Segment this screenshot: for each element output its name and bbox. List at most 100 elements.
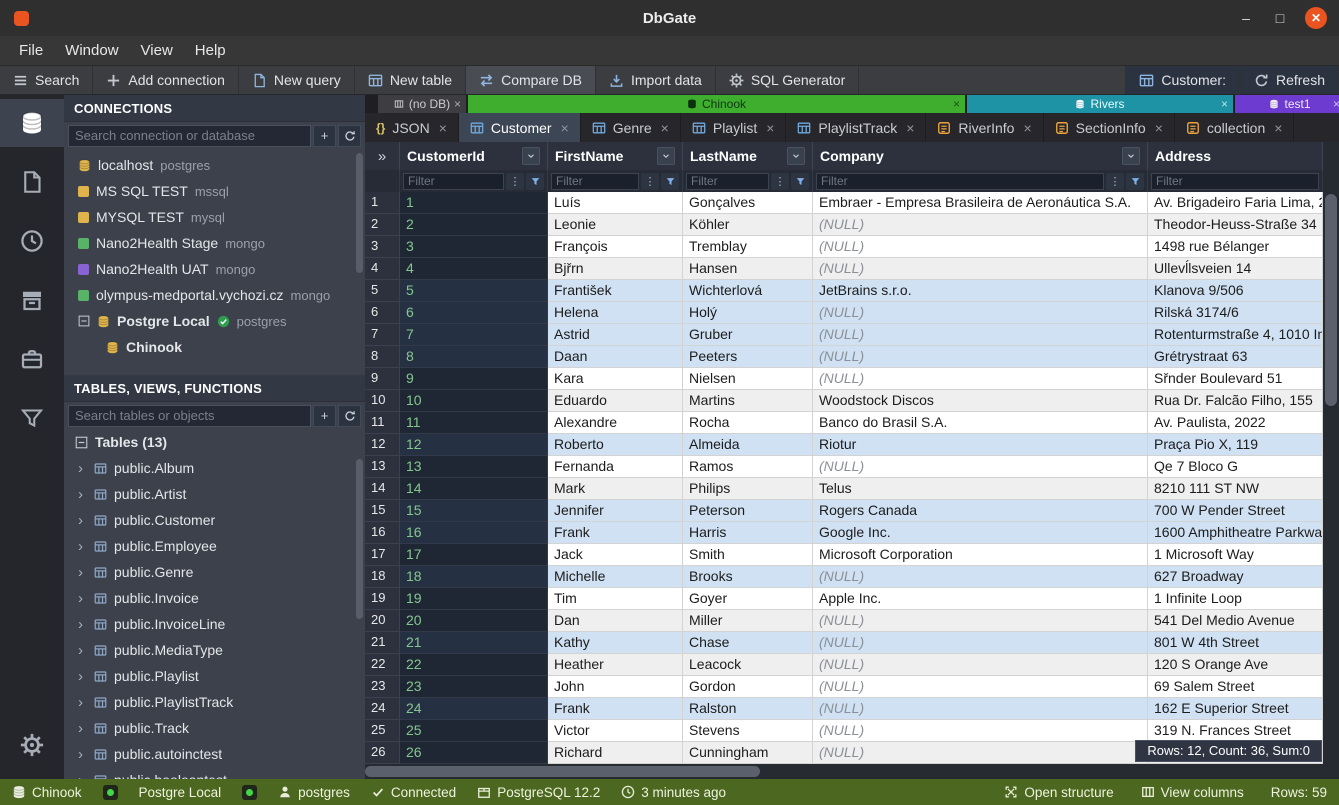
row-number[interactable]: 18 <box>365 566 400 588</box>
table-tab-playlist[interactable]: Playlist× <box>681 113 787 142</box>
sidebar-table-public-invoice[interactable]: ›public.Invoice <box>64 585 365 611</box>
refresh-connections-button[interactable] <box>338 125 361 147</box>
chevron-right-icon[interactable]: › <box>78 643 87 658</box>
cell-lastname[interactable]: Holý <box>683 302 813 324</box>
cell-lastname[interactable]: Rocha <box>683 412 813 434</box>
cell-firstname[interactable]: Michelle <box>548 566 683 588</box>
cell-customerid[interactable]: 23 <box>400 676 548 698</box>
cell-customerid[interactable]: 7 <box>400 324 548 346</box>
table-row[interactable]: 88DaanPeeters(NULL)Grétrystraat 63 <box>365 346 1339 368</box>
cell-company[interactable]: (NULL) <box>813 742 1148 764</box>
filter-menu-button[interactable]: ⋮ <box>641 173 659 190</box>
table-row[interactable]: 33FrançoisTremblay(NULL)1498 rue Bélange… <box>365 236 1339 258</box>
toolbar-search-button[interactable]: Search <box>0 66 93 94</box>
cell-company[interactable]: Banco do Brasil S.A. <box>813 412 1148 434</box>
connections-scrollbar[interactable] <box>356 153 363 273</box>
cell-address[interactable]: 162 E Superior Street <box>1148 698 1323 720</box>
chevron-right-icon[interactable]: › <box>78 721 87 736</box>
cell-address[interactable]: Av. Brigadeiro Faria Lima, 2170 <box>1148 192 1323 214</box>
row-number[interactable]: 15 <box>365 500 400 522</box>
cell-firstname[interactable]: Kara <box>548 368 683 390</box>
cell-firstname[interactable]: Richard <box>548 742 683 764</box>
statusbar-chinook[interactable]: Chinook <box>12 785 82 800</box>
cell-lastname[interactable]: Peeters <box>683 346 813 368</box>
column-header-lastname[interactable]: LastName <box>683 142 813 170</box>
cell-customerid[interactable]: 1 <box>400 192 548 214</box>
connection-item-mysql-test[interactable]: MYSQL TESTmysql <box>64 204 365 230</box>
sidebar-table-public-genre[interactable]: ›public.Genre <box>64 559 365 585</box>
table-row[interactable]: 55FrantišekWichterlováJetBrains s.r.o.Kl… <box>365 280 1339 302</box>
cell-address[interactable]: 319 N. Frances Street <box>1148 720 1323 742</box>
row-number[interactable]: 12 <box>365 434 400 456</box>
cell-company[interactable]: (NULL) <box>813 236 1148 258</box>
sidebar-table-public-playlisttrack[interactable]: ›public.PlaylistTrack <box>64 689 365 715</box>
cell-company[interactable]: (NULL) <box>813 324 1148 346</box>
row-number[interactable]: 14 <box>365 478 400 500</box>
cell-company[interactable]: Woodstock Discos <box>813 390 1148 412</box>
table-row[interactable]: 1818MichelleBrooks(NULL)627 Broadway <box>365 566 1339 588</box>
close-icon[interactable]: × <box>1333 97 1339 111</box>
cell-customerid[interactable]: 15 <box>400 500 548 522</box>
cell-lastname[interactable]: Köhler <box>683 214 813 236</box>
row-number[interactable]: 25 <box>365 720 400 742</box>
row-number[interactable]: 9 <box>365 368 400 390</box>
filter-funnel-button[interactable] <box>1126 173 1144 190</box>
cell-address[interactable]: 8210 111 ST NW <box>1148 478 1323 500</box>
table-tab-customer[interactable]: Customer× <box>459 113 581 142</box>
cell-address[interactable]: Av. Paulista, 2022 <box>1148 412 1323 434</box>
cell-lastname[interactable]: Chase <box>683 632 813 654</box>
cell-lastname[interactable]: Nielsen <box>683 368 813 390</box>
table-row[interactable]: 1515JenniferPetersonRogers Canada700 W P… <box>365 500 1339 522</box>
table-tab-collection[interactable]: collection× <box>1175 113 1295 142</box>
table-row[interactable]: 1414MarkPhilipsTelus8210 111 ST NW <box>365 478 1339 500</box>
cell-customerid[interactable]: 10 <box>400 390 548 412</box>
cell-company[interactable]: Riotur <box>813 434 1148 456</box>
cell-address[interactable]: 1600 Amphitheatre Parkway <box>1148 522 1323 544</box>
cell-address[interactable]: 700 W Pender Street <box>1148 500 1323 522</box>
cell-company[interactable]: Microsoft Corporation <box>813 544 1148 566</box>
cell-customerid[interactable]: 21 <box>400 632 548 654</box>
column-dropdown-button[interactable] <box>1122 147 1140 165</box>
chevron-right-icon[interactable]: › <box>78 487 87 502</box>
cell-customerid[interactable]: 3 <box>400 236 548 258</box>
iconbar-plugins[interactable] <box>0 335 64 383</box>
close-icon[interactable]: × <box>1274 120 1282 136</box>
cell-address[interactable]: Rotenturmstraße 4, 1010 Innere Stadt <box>1148 324 1323 346</box>
connection-item-olympus-medportal-vychozi-cz[interactable]: olympus-medportal.vychozi.czmongo <box>64 282 365 308</box>
table-row[interactable]: 44BjřrnHansen(NULL)Ullevĺlsveien 14 <box>365 258 1339 280</box>
cell-address[interactable]: Ullevĺlsveien 14 <box>1148 258 1323 280</box>
table-row[interactable]: 2525VictorStevens(NULL)319 N. Frances St… <box>365 720 1339 742</box>
cell-lastname[interactable]: Ramos <box>683 456 813 478</box>
expand-all-columns-button[interactable]: » <box>365 142 400 170</box>
table-row[interactable]: 22LeonieKöhler(NULL)Theodor-Heuss-Straße… <box>365 214 1339 236</box>
db-tab-chinook[interactable]: Chinook× <box>468 95 965 113</box>
row-number[interactable]: 10 <box>365 390 400 412</box>
statusbar-view-columns[interactable]: View columns <box>1141 785 1244 800</box>
cell-address[interactable]: Theodor-Heuss-Straße 34 <box>1148 214 1323 236</box>
cell-firstname[interactable]: Heather <box>548 654 683 676</box>
sidebar-table-public-autoinctest[interactable]: ›public.autoinctest <box>64 741 365 767</box>
row-number[interactable]: 1 <box>365 192 400 214</box>
cell-company[interactable]: Rogers Canada <box>813 500 1148 522</box>
table-row[interactable]: 1919TimGoyerApple Inc.1 Infinite Loop <box>365 588 1339 610</box>
horizontal-scroll-thumb[interactable] <box>365 766 760 777</box>
menu-file[interactable]: File <box>8 38 54 63</box>
cell-firstname[interactable]: Tim <box>548 588 683 610</box>
cell-lastname[interactable]: Ralston <box>683 698 813 720</box>
db-tab-test1[interactable]: test1× <box>1235 95 1339 113</box>
cell-customerid[interactable]: 5 <box>400 280 548 302</box>
chevron-right-icon[interactable]: › <box>78 591 87 606</box>
cell-firstname[interactable]: Eduardo <box>548 390 683 412</box>
sidebar-table-public-customer[interactable]: ›public.Customer <box>64 507 365 533</box>
table-tab-playlisttrack[interactable]: PlaylistTrack× <box>786 113 926 142</box>
row-number[interactable]: 13 <box>365 456 400 478</box>
cell-address[interactable]: Praça Pio X, 119 <box>1148 434 1323 456</box>
chevron-right-icon[interactable]: › <box>78 513 87 528</box>
row-number[interactable]: 2 <box>365 214 400 236</box>
cell-address[interactable]: Sřnder Boulevard 51 <box>1148 368 1323 390</box>
cell-lastname[interactable]: Cunningham <box>683 742 813 764</box>
cell-company[interactable]: Embraer - Empresa Brasileira de Aeronáut… <box>813 192 1148 214</box>
cell-firstname[interactable]: John <box>548 676 683 698</box>
filter-funnel-button[interactable] <box>791 173 809 190</box>
toolbar-new-query-button[interactable]: New query <box>239 66 355 94</box>
